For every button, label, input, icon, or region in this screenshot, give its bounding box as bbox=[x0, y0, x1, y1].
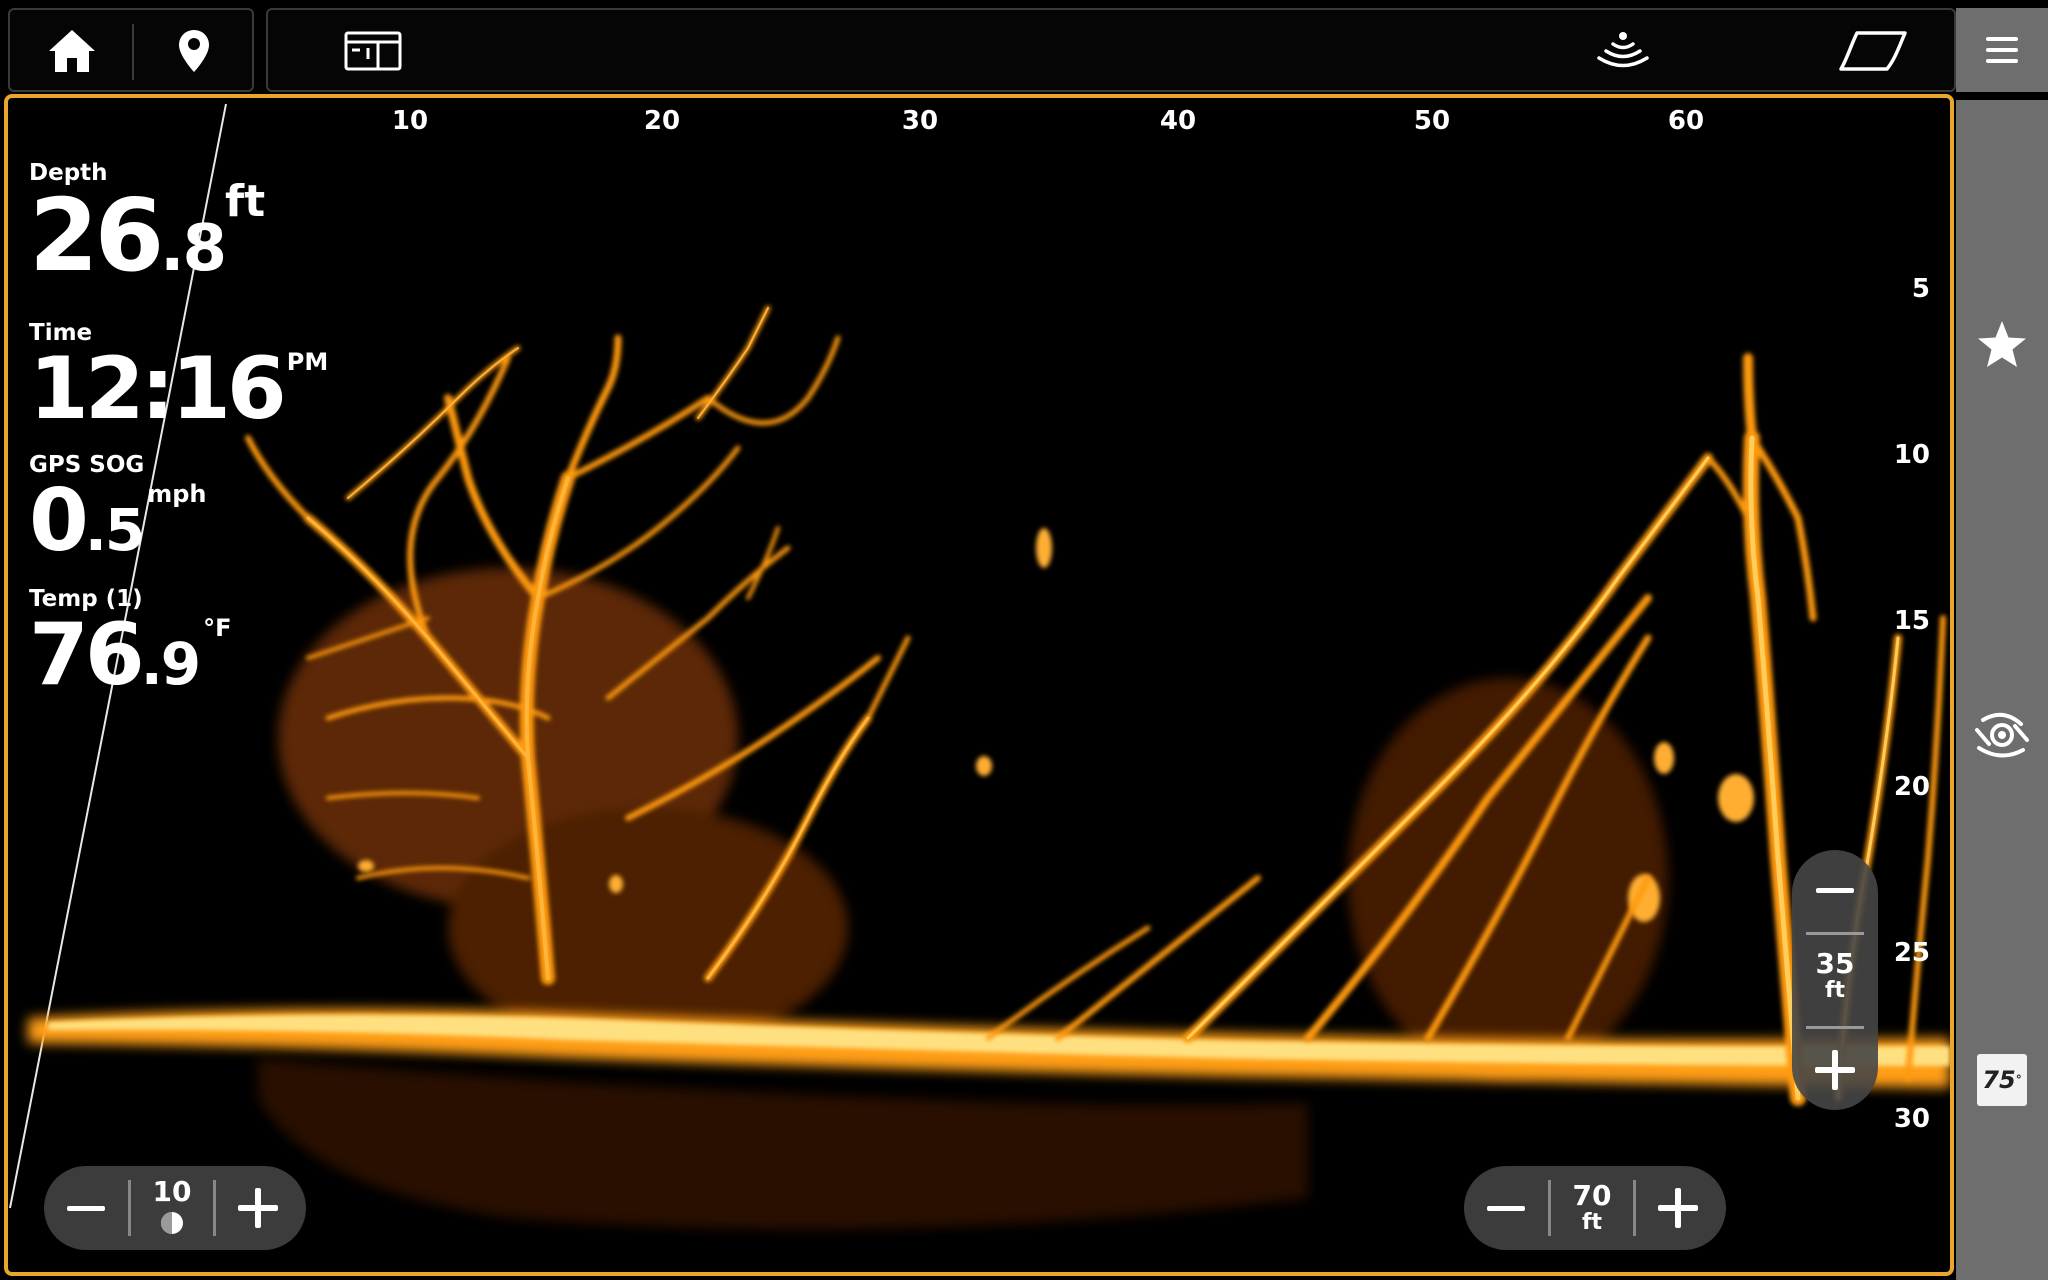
map-pin-icon bbox=[179, 30, 209, 72]
minus-icon bbox=[1816, 887, 1854, 893]
y-axis-tick: 20 bbox=[1893, 772, 1930, 802]
forward-range-increase-button[interactable] bbox=[1636, 1166, 1720, 1250]
gain-dial-icon bbox=[161, 1211, 183, 1234]
depth-range-increase-button[interactable] bbox=[1792, 1030, 1878, 1110]
depth-range-decrease-button[interactable] bbox=[1792, 850, 1878, 930]
temperature-decimal: .9 bbox=[140, 630, 201, 698]
star-icon bbox=[1978, 321, 2026, 367]
gain-decrease-button[interactable] bbox=[44, 1166, 128, 1250]
sonar-echo-image bbox=[9, 103, 1950, 1230]
speed-decimal: .5 bbox=[84, 496, 145, 564]
temperature-badge-unit: ° bbox=[2015, 1073, 2022, 1087]
x-axis-tick: 50 bbox=[1413, 106, 1451, 136]
plus-icon bbox=[238, 1188, 278, 1228]
gain-control: 10 bbox=[44, 1166, 306, 1250]
speed-integer: 0 bbox=[29, 471, 89, 571]
x-axis-tick: 40 bbox=[1159, 106, 1197, 136]
favorite-button[interactable] bbox=[1956, 290, 2048, 400]
y-axis-tick: 25 bbox=[1893, 938, 1930, 968]
menu-button[interactable] bbox=[1956, 8, 2048, 92]
x-axis-tick: 30 bbox=[901, 106, 939, 136]
gain-value: 10 bbox=[131, 1174, 213, 1239]
waypoint-button[interactable] bbox=[142, 16, 246, 86]
y-axis-tick: 5 bbox=[1911, 274, 1930, 304]
speed-value: 0.5mph bbox=[29, 478, 207, 564]
sonar-view[interactable]: 10 20 30 40 50 60 5 10 15 20 25 30 Depth… bbox=[4, 94, 1954, 1276]
hamburger-menu-icon bbox=[1986, 37, 2018, 63]
live-sonar-button[interactable] bbox=[1956, 680, 2048, 790]
top-bar bbox=[0, 0, 2048, 96]
layout-button[interactable] bbox=[328, 16, 418, 86]
forward-range-unit: ft bbox=[1581, 1210, 1603, 1235]
x-axis-tick: 10 bbox=[391, 106, 429, 136]
home-button[interactable] bbox=[20, 16, 124, 86]
speed-readout: GPS SOG 0.5mph bbox=[29, 452, 207, 564]
sonar-button[interactable] bbox=[1568, 16, 1678, 86]
main-toolbar bbox=[266, 8, 1956, 92]
temperature-readout: Temp (1) 76.9°F bbox=[29, 586, 231, 698]
home-icon bbox=[49, 30, 95, 72]
chart-view-icon bbox=[1839, 31, 1907, 71]
x-axis-tick: 20 bbox=[643, 106, 681, 136]
minus-icon bbox=[1487, 1205, 1525, 1211]
chart-button[interactable] bbox=[1808, 16, 1938, 86]
forward-range-value: 70 ft bbox=[1551, 1182, 1633, 1234]
sonar-transducer-icon bbox=[1597, 32, 1649, 68]
depth-value: 26.8ft bbox=[29, 180, 265, 286]
separator bbox=[132, 24, 134, 80]
forward-range-decrease-button[interactable] bbox=[1464, 1166, 1548, 1250]
temperature-value: 76.9°F bbox=[29, 612, 231, 698]
depth-range-unit: ft bbox=[1824, 978, 1846, 1003]
time-readout: Time 12:16 PM bbox=[29, 320, 328, 432]
gain-level: 10 bbox=[152, 1174, 192, 1208]
time-digits: 12:16 bbox=[29, 339, 287, 439]
temperature-unit: °F bbox=[203, 614, 232, 642]
separator bbox=[1806, 932, 1864, 935]
forward-range-control: 70 ft bbox=[1464, 1166, 1726, 1250]
depth-range-value: 35 ft bbox=[1792, 950, 1878, 1002]
y-axis-tick: 15 bbox=[1893, 606, 1930, 636]
plus-icon bbox=[1658, 1188, 1698, 1228]
depth-decimal: .8 bbox=[160, 212, 227, 286]
temperature-badge: 75 ° bbox=[1977, 1054, 2027, 1106]
temperature-widget-button[interactable]: 75 ° bbox=[1956, 1025, 2048, 1135]
minus-icon bbox=[67, 1205, 105, 1211]
depth-integer: 26 bbox=[29, 177, 164, 294]
depth-range-control: 35 ft bbox=[1792, 850, 1878, 1110]
live-sonar-icon bbox=[1975, 712, 2029, 758]
y-axis-tick: 10 bbox=[1893, 440, 1930, 470]
depth-readout: Depth 26.8ft bbox=[29, 160, 265, 286]
forward-range-number: 70 bbox=[1572, 1179, 1612, 1212]
split-view-icon bbox=[344, 31, 402, 71]
temperature-integer: 76 bbox=[29, 605, 145, 705]
x-axis-tick: 60 bbox=[1667, 106, 1705, 136]
separator bbox=[1806, 1026, 1864, 1029]
right-sidebar: 75 ° bbox=[1956, 100, 2048, 1280]
time-value: 12:16 PM bbox=[29, 346, 328, 432]
plus-icon bbox=[1815, 1050, 1855, 1090]
speed-unit: mph bbox=[147, 480, 207, 508]
gain-increase-button[interactable] bbox=[216, 1166, 300, 1250]
nav-button-group bbox=[8, 8, 254, 92]
temperature-badge-value: 75 bbox=[1982, 1066, 2016, 1094]
y-axis-tick: 30 bbox=[1893, 1104, 1930, 1134]
depth-range-number: 35 bbox=[1815, 947, 1855, 980]
depth-unit: ft bbox=[225, 176, 266, 227]
time-meridiem: PM bbox=[286, 348, 329, 376]
